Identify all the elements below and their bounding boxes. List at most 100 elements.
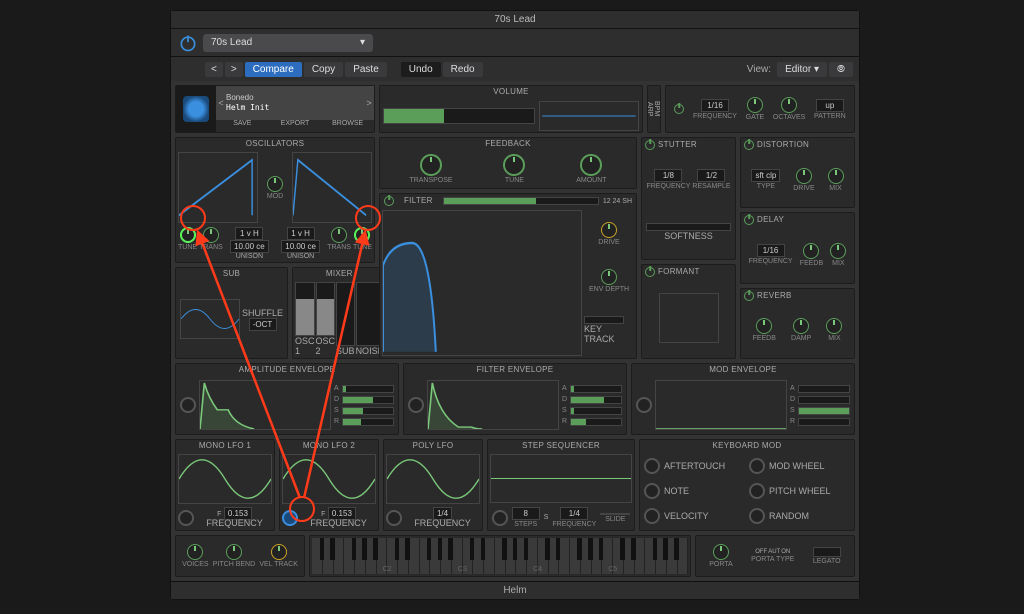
osc1-tune-knob[interactable] (180, 227, 196, 243)
porta-aut-button[interactable]: AUT (768, 549, 780, 555)
veltrack-knob[interactable] (271, 544, 287, 560)
redo-button[interactable]: Redo (443, 62, 483, 77)
prev-button[interactable]: < (205, 62, 223, 77)
paste-button[interactable]: Paste (345, 62, 387, 77)
arp-pattern-button[interactable]: up (816, 99, 844, 112)
sub-level-slider[interactable] (336, 282, 355, 346)
filter-power-button[interactable] (384, 196, 394, 206)
preset-selector[interactable]: 70s Lead ▾ (203, 34, 373, 52)
osc1-level-slider[interactable] (295, 282, 315, 336)
amp-env-mod-socket[interactable] (180, 397, 196, 413)
view-selector[interactable]: Editor ▾ (777, 62, 827, 77)
osc2-unison-voices[interactable]: 1 v H (287, 227, 315, 240)
stutter-softness-slider[interactable] (646, 223, 731, 231)
stutter-power[interactable] (645, 140, 655, 150)
delay-power[interactable] (744, 215, 754, 225)
keyboard[interactable]: C2 C3 C4 C5 (312, 538, 688, 574)
random-socket[interactable] (749, 508, 765, 524)
save-button[interactable]: SAVE (216, 120, 269, 132)
export-button[interactable]: EXPORT (269, 120, 322, 132)
lfo1-mod-socket[interactable] (178, 510, 194, 526)
patch-next-button[interactable]: > (364, 98, 374, 108)
filt-d-slider[interactable] (570, 396, 622, 404)
osc2-wave-display[interactable] (292, 152, 372, 223)
delay-feedb-knob[interactable] (803, 243, 819, 259)
polylfo-wave-display[interactable] (386, 454, 480, 504)
arp-gate-knob[interactable] (747, 97, 763, 113)
mod-env-display[interactable] (655, 380, 787, 430)
patch-bank[interactable]: Bonedo (226, 93, 364, 103)
lfo1-wave-display[interactable] (178, 454, 272, 504)
filter-keytrack-slider[interactable] (584, 316, 624, 324)
compare-button[interactable]: Compare (245, 62, 302, 77)
fb-tune-knob[interactable] (503, 154, 525, 176)
osc1-unison-voices[interactable]: 1 v H (235, 227, 263, 240)
mod-d-slider[interactable] (798, 396, 850, 404)
mod-a-slider[interactable] (798, 385, 850, 393)
lfo2-mod-socket[interactable] (282, 510, 298, 526)
dist-drive-knob[interactable] (796, 168, 812, 184)
fb-transpose-knob[interactable] (420, 154, 442, 176)
fb-amount-knob[interactable] (580, 154, 602, 176)
reverb-damp-knob[interactable] (793, 318, 809, 334)
porta-knob[interactable] (713, 544, 729, 560)
dist-power[interactable] (744, 140, 754, 150)
step-seq-display[interactable] (490, 454, 632, 503)
amp-a-slider[interactable] (342, 385, 394, 393)
dist-type-button[interactable]: sft clp (751, 169, 780, 182)
filter-response-display[interactable] (382, 210, 582, 356)
copy-button[interactable]: Copy (304, 62, 343, 77)
browse-button[interactable]: BROWSE (321, 120, 374, 132)
pitchbend-knob[interactable] (226, 544, 242, 560)
amp-s-slider[interactable] (342, 407, 394, 415)
mod-s-slider[interactable] (798, 407, 850, 415)
reverb-mix-knob[interactable] (826, 318, 842, 334)
step-freq-value[interactable]: 1/4 (560, 507, 588, 520)
osc1-wave-display[interactable] (178, 152, 258, 223)
note-socket[interactable] (644, 483, 660, 499)
formant-power[interactable] (645, 267, 655, 277)
delay-freq-value[interactable]: 1/16 (757, 244, 785, 257)
filter-mode-buttons[interactable]: 12 24 SH (603, 198, 632, 205)
formant-xy-pad[interactable] (659, 293, 719, 343)
arp-freq-value[interactable]: 1/16 (701, 99, 729, 112)
stutter-freq-value[interactable]: 1/8 (654, 169, 682, 182)
link-button[interactable]: ⦾ (829, 62, 853, 77)
delay-mix-knob[interactable] (830, 243, 846, 259)
step-slide-slider[interactable] (600, 513, 630, 515)
arp-octaves-knob[interactable] (781, 97, 797, 113)
aftertouch-socket[interactable] (644, 458, 660, 474)
osc2-level-slider[interactable] (316, 282, 336, 336)
filt-r-slider[interactable] (570, 418, 622, 426)
lfo2-wave-display[interactable] (282, 454, 376, 504)
filter-drive-knob[interactable] (601, 222, 617, 238)
arp-power-button[interactable] (674, 104, 684, 114)
porta-off-button[interactable]: OFF (755, 549, 767, 555)
volume-slider[interactable] (383, 108, 535, 124)
dist-mix-knob[interactable] (828, 168, 844, 184)
filt-a-slider[interactable] (570, 385, 622, 393)
amp-r-slider[interactable] (342, 418, 394, 426)
filt-s-slider[interactable] (570, 407, 622, 415)
legato-button[interactable] (813, 547, 841, 557)
mod-r-slider[interactable] (798, 418, 850, 426)
plugin-power-button[interactable] (177, 32, 199, 54)
velocity-socket[interactable] (644, 508, 660, 524)
undo-button[interactable]: Undo (401, 62, 441, 77)
voices-knob[interactable] (187, 544, 203, 560)
patch-prev-button[interactable]: < (216, 98, 226, 108)
osc2-trans-knob[interactable] (331, 227, 347, 243)
amp-d-slider[interactable] (342, 396, 394, 404)
polylfo-mod-socket[interactable] (386, 510, 402, 526)
modwheel-socket[interactable] (749, 458, 765, 474)
osc2-tune-knob[interactable] (354, 227, 370, 243)
filter-env-display[interactable] (427, 380, 559, 430)
filter-env-mod-socket[interactable] (408, 397, 424, 413)
sub-wave-display[interactable] (180, 299, 240, 339)
sub-oct-button[interactable]: -OCT (249, 318, 277, 331)
reverb-power[interactable] (744, 291, 754, 301)
next-button[interactable]: > (225, 62, 243, 77)
stutter-resample-value[interactable]: 1/2 (697, 169, 725, 182)
osc-mod-knob[interactable] (267, 176, 283, 192)
porta-on-button[interactable]: ON (781, 549, 790, 555)
